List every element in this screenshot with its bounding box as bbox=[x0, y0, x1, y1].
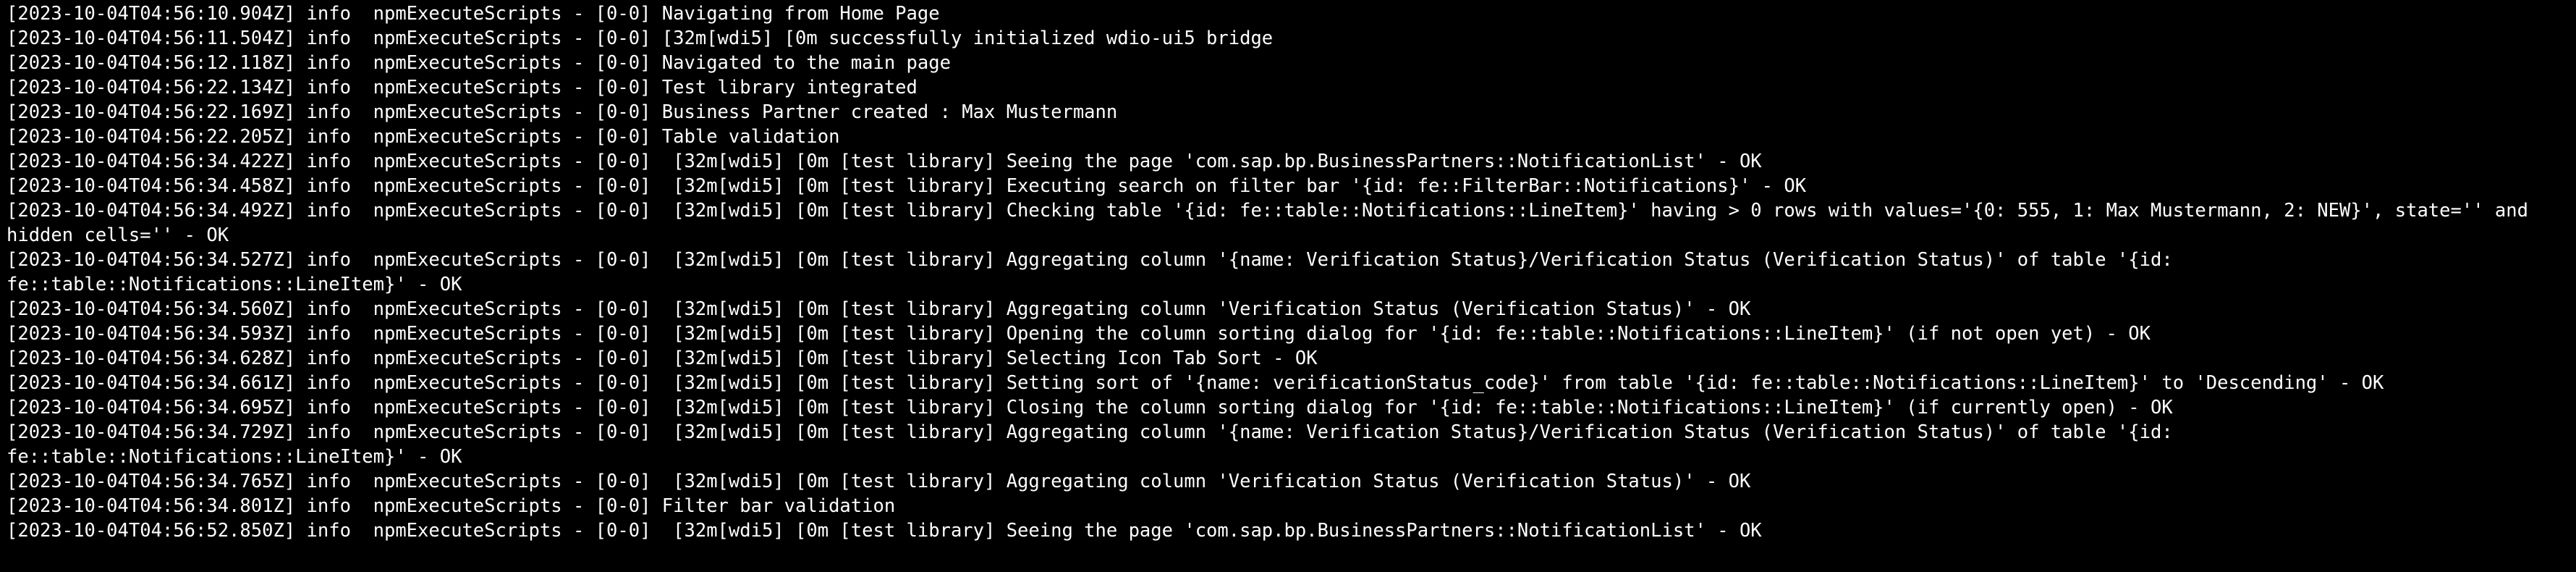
log-line: [2023-10-04T04:56:34.527Z] info npmExecu… bbox=[7, 249, 2173, 271]
log-line: [2023-10-04T04:56:34.458Z] info npmExecu… bbox=[7, 175, 1807, 197]
log-line: [2023-10-04T04:56:34.492Z] info npmExecu… bbox=[7, 200, 2528, 222]
log-line: [2023-10-04T04:56:34.422Z] info npmExecu… bbox=[7, 151, 1762, 172]
terminal-output[interactable]: [2023-10-04T04:56:10.904Z] info npmExecu… bbox=[0, 0, 2576, 572]
log-line: [2023-10-04T04:56:34.765Z] info npmExecu… bbox=[7, 471, 1751, 492]
log-line: [2023-10-04T04:56:34.661Z] info npmExecu… bbox=[7, 372, 2384, 394]
log-line: [2023-10-04T04:56:34.628Z] info npmExecu… bbox=[7, 348, 1318, 369]
log-line: [2023-10-04T04:56:22.205Z] info npmExecu… bbox=[7, 126, 840, 148]
log-line: [2023-10-04T04:56:34.560Z] info npmExecu… bbox=[7, 298, 1751, 320]
log-line: [2023-10-04T04:56:34.801Z] info npmExecu… bbox=[7, 495, 896, 517]
log-line: [2023-10-04T04:56:52.850Z] info npmExecu… bbox=[7, 520, 1762, 542]
log-line: [2023-10-04T04:56:12.118Z] info npmExecu… bbox=[7, 52, 951, 74]
log-line: [2023-10-04T04:56:11.504Z] info npmExecu… bbox=[7, 28, 1274, 49]
log-line-continuation: fe::table::Notifications::LineItem}' - O… bbox=[7, 446, 462, 468]
log-line: [2023-10-04T04:56:22.169Z] info npmExecu… bbox=[7, 101, 1118, 123]
log-line: [2023-10-04T04:56:34.593Z] info npmExecu… bbox=[7, 323, 2151, 345]
log-line-continuation: hidden cells='' - OK bbox=[7, 224, 229, 246]
log-line: [2023-10-04T04:56:34.729Z] info npmExecu… bbox=[7, 421, 2173, 443]
log-line-continuation: fe::table::Notifications::LineItem}' - O… bbox=[7, 274, 462, 295]
log-line: [2023-10-04T04:56:34.695Z] info npmExecu… bbox=[7, 397, 2173, 419]
log-line: [2023-10-04T04:56:10.904Z] info npmExecu… bbox=[7, 3, 940, 25]
log-line: [2023-10-04T04:56:22.134Z] info npmExecu… bbox=[7, 77, 918, 98]
